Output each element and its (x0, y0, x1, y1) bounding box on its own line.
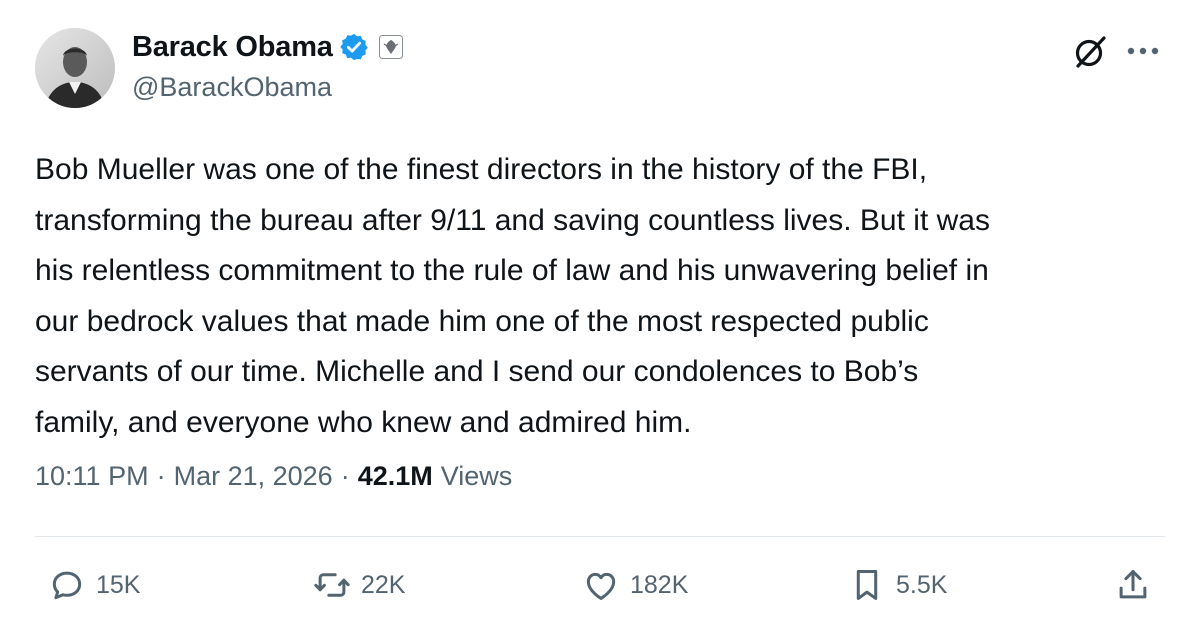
reply-button[interactable]: 15K (48, 560, 140, 610)
meta-separator: · (156, 461, 166, 491)
tweet-text: Bob Mueller was one of the finest direct… (35, 153, 990, 439)
repost-icon (314, 573, 350, 597)
bookmark-icon (856, 570, 878, 600)
government-seal-icon[interactable] (378, 35, 403, 59)
views-count[interactable]: 42.1M (358, 461, 433, 492)
reply-icon (52, 571, 82, 600)
tweet-date[interactable]: Mar 21, 2026 (174, 461, 333, 492)
share-icon (1119, 570, 1147, 599)
tweet-meta: 10:11 PM · Mar 21, 2026 · 42.1M Views (35, 461, 512, 492)
like-count: 182K (630, 570, 689, 599)
display-name[interactable]: Barack Obama (132, 31, 333, 64)
views-label: Views (440, 461, 513, 491)
like-button[interactable]: 182K (582, 560, 688, 610)
bookmark-count: 5.5K (896, 570, 948, 599)
tweet-time[interactable]: 10:11 PM (35, 461, 149, 492)
grok-icon[interactable] (1071, 33, 1109, 71)
more-icon[interactable] (1126, 46, 1160, 56)
like-icon (586, 572, 616, 600)
handle[interactable]: @BarackObama (132, 72, 332, 103)
repost-button[interactable]: 22K (313, 560, 405, 610)
repost-count: 22K (361, 570, 406, 599)
action-bar: 15K 22K 182K 5.5K (0, 560, 1200, 610)
divider (35, 536, 1165, 537)
avatar[interactable] (35, 28, 115, 108)
avatar-photo (35, 28, 115, 108)
share-button[interactable] (1114, 560, 1152, 610)
reply-count: 15K (96, 570, 141, 599)
bookmark-button[interactable]: 5.5K (848, 560, 947, 610)
meta-separator: · (340, 461, 350, 491)
verified-badge-icon[interactable] (339, 32, 369, 62)
